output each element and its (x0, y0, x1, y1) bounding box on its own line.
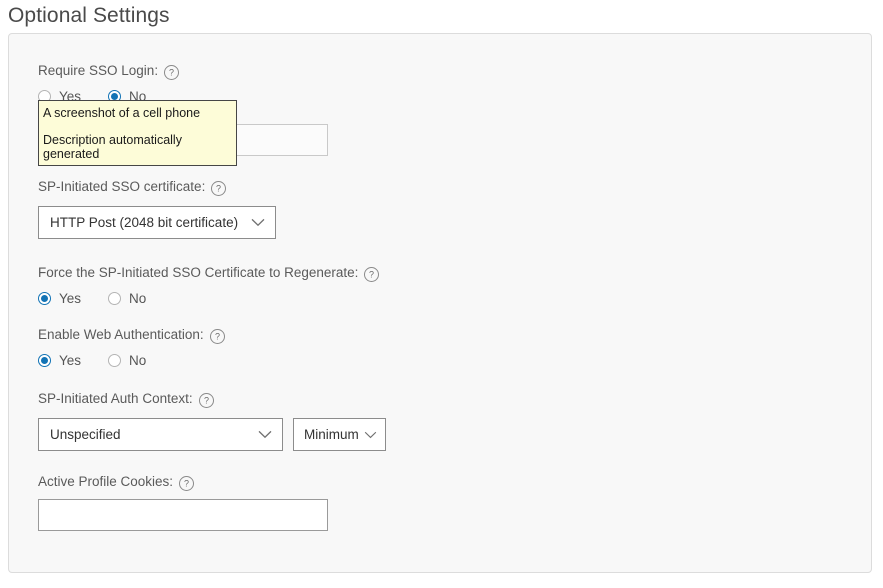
field-label-require-sso-login: Require SSO Login: ? (38, 62, 738, 80)
alt-text-tooltip: A screenshot of a cell phone Description… (38, 100, 237, 166)
svg-text:?: ? (216, 183, 221, 193)
page-title: Optional Settings (8, 4, 170, 27)
help-circle-icon[interactable]: ? (211, 180, 227, 196)
help-circle-icon[interactable]: ? (198, 392, 214, 408)
select-sp-initiated-sso-certificate[interactable]: HTTP Post (2048 bit certificate) (38, 206, 276, 239)
svg-text:?: ? (204, 395, 209, 405)
help-circle-icon[interactable]: ? (209, 328, 225, 344)
chevron-down-icon (258, 430, 272, 439)
radio-option-enable-web-authentication-no[interactable]: No (108, 353, 146, 368)
active-profile-cookies-input[interactable] (38, 499, 328, 531)
radio-label: No (129, 291, 147, 306)
field-label-active-profile-cookies: Active Profile Cookies: ? (38, 473, 738, 491)
svg-text:?: ? (184, 478, 189, 488)
select-auth-context-comparison[interactable]: Minimum (293, 418, 386, 451)
help-circle-icon[interactable]: ? (164, 64, 180, 80)
select-value: HTTP Post (2048 bit certificate) (50, 215, 239, 230)
field-label-enable-web-authentication: Enable Web Authentication: ? (38, 326, 738, 344)
radio-indicator (38, 292, 51, 305)
select-sp-initiated-auth-context[interactable]: Unspecified (38, 418, 283, 451)
radio-label: Yes (59, 291, 82, 306)
select-value: Unspecified (50, 427, 121, 442)
label-text: Force the SP-Initiated SSO Certificate t… (38, 265, 359, 280)
label-text: Active Profile Cookies: (38, 474, 174, 489)
radio-group-enable-web-authentication: Yes No (38, 353, 738, 368)
label-text: SP-Initiated SSO certificate: (38, 179, 206, 194)
help-circle-icon[interactable]: ? (179, 475, 195, 491)
field-require-sso-login: Require SSO Login: ? Yes No (38, 62, 738, 104)
radio-indicator (108, 292, 122, 305)
radio-indicator (108, 354, 122, 367)
field-label-sp-initiated-sso-certificate: SP-Initiated SSO certificate: ? (38, 178, 738, 196)
select-value: Minimum (304, 427, 359, 442)
help-circle-icon[interactable]: ? (364, 266, 380, 282)
field-enable-web-authentication: Enable Web Authentication: ? Yes No (38, 326, 738, 368)
alt-text-line-1: A screenshot of a cell phone (43, 106, 201, 120)
field-force-regenerate: Force the SP-Initiated SSO Certificate t… (38, 264, 738, 306)
field-sp-initiated-sso-certificate: SP-Initiated SSO certificate: ? HTTP Pos… (38, 178, 738, 239)
radio-indicator (38, 354, 51, 367)
field-active-profile-cookies: Active Profile Cookies: ? (38, 473, 738, 531)
chevron-down-icon (251, 218, 265, 227)
radio-label: No (129, 353, 147, 368)
svg-text:?: ? (369, 269, 374, 279)
label-text: Enable Web Authentication: (38, 327, 204, 342)
svg-text:?: ? (169, 67, 174, 77)
auth-context-selects: Unspecified Minimum (38, 418, 738, 451)
svg-text:?: ? (215, 331, 220, 341)
field-sp-initiated-auth-context: SP-Initiated Auth Context: ? Unspecified… (38, 390, 738, 451)
field-label-sp-initiated-auth-context: SP-Initiated Auth Context: ? (38, 390, 738, 408)
alt-text-line-2: Description automatically generated (43, 133, 182, 161)
label-text: Require SSO Login: (38, 63, 159, 78)
field-label-force-regenerate: Force the SP-Initiated SSO Certificate t… (38, 264, 738, 282)
radio-option-enable-web-authentication-yes[interactable]: Yes (38, 353, 81, 368)
chevron-down-icon (364, 431, 377, 438)
radio-label: Yes (59, 353, 82, 368)
radio-option-force-regenerate-yes[interactable]: Yes (38, 291, 81, 306)
label-text: SP-Initiated Auth Context: (38, 391, 193, 406)
radio-option-force-regenerate-no[interactable]: No (108, 291, 146, 306)
radio-group-force-regenerate: Yes No (38, 291, 738, 306)
